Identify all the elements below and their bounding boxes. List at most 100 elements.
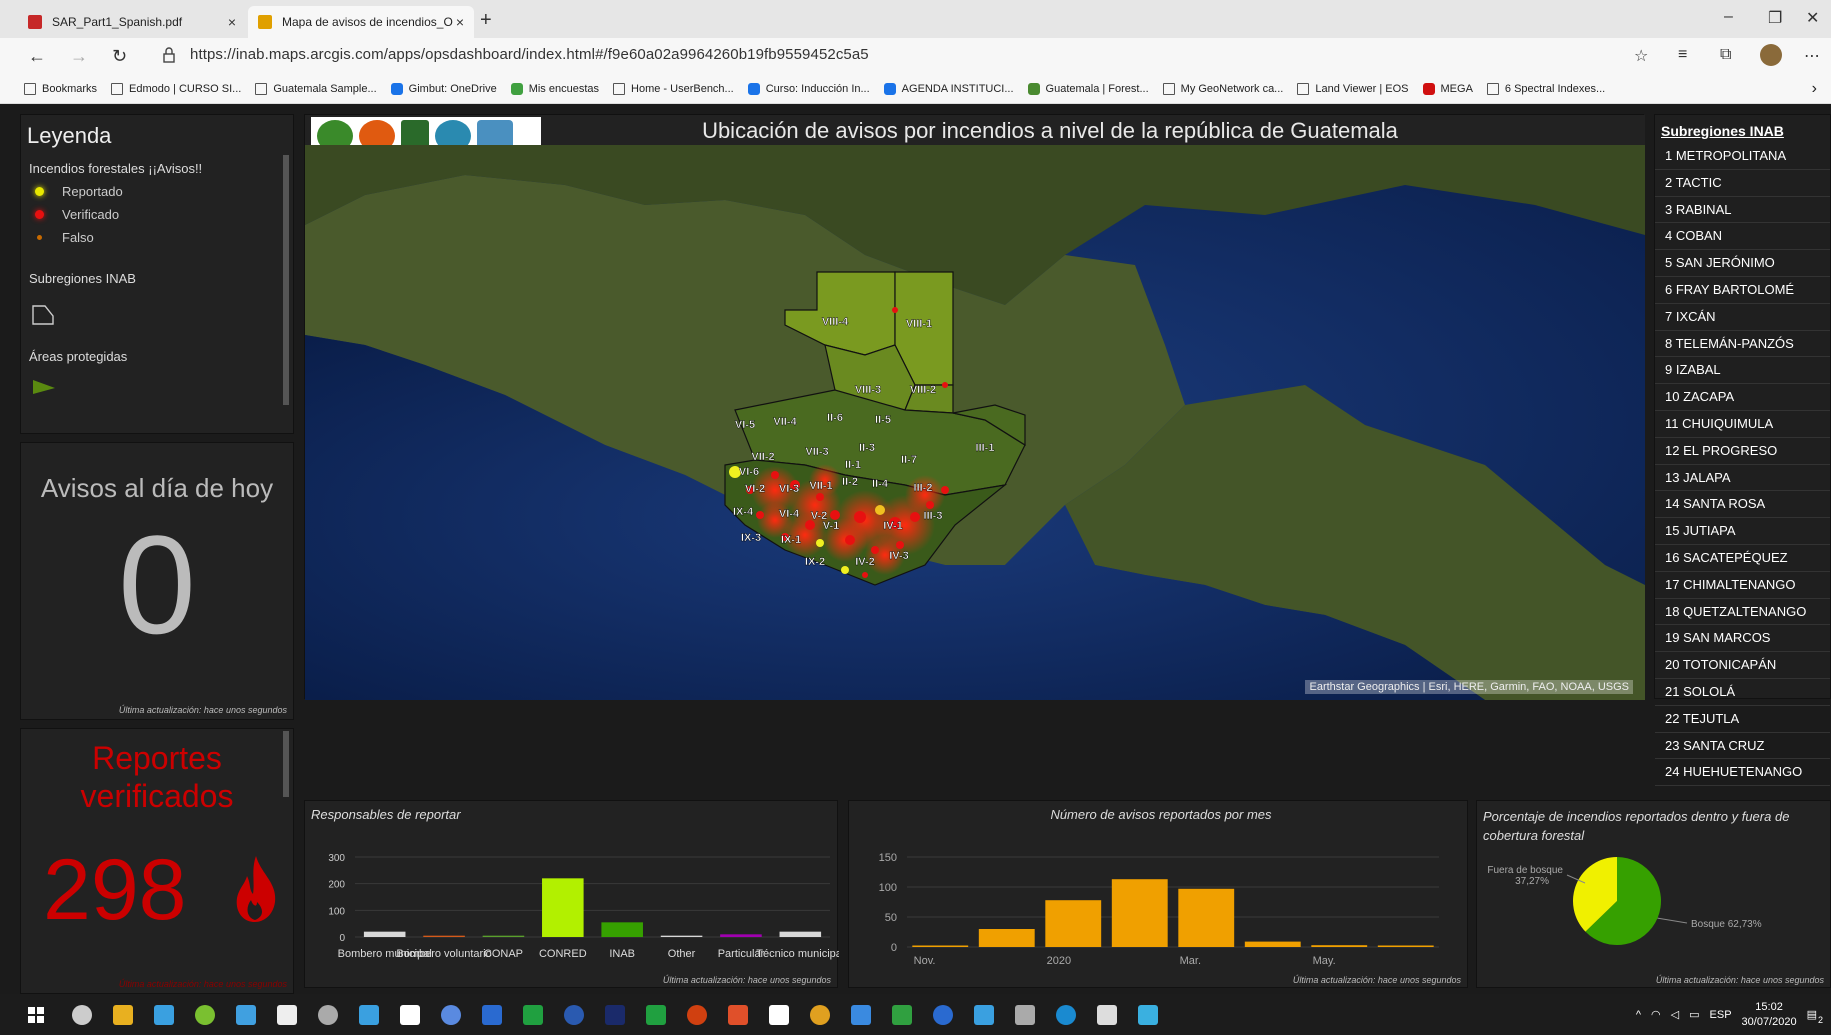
subregion-list-item[interactable]: 17 CHIMALTENANGO: [1655, 572, 1830, 599]
subregion-list-item[interactable]: 5 SAN JERÓNIMO: [1655, 250, 1830, 277]
tab-dashboard[interactable]: Mapa de avisos de incendios_O ×: [248, 6, 474, 38]
subregion-list-item[interactable]: 21 SOLOLÁ: [1655, 679, 1830, 706]
subregion-list-item[interactable]: 1 METROPOLITANA: [1655, 143, 1830, 170]
file-icon[interactable]: [277, 1004, 297, 1025]
tool-icon[interactable]: [728, 1004, 748, 1025]
bookmarks-overflow-icon[interactable]: ›: [1812, 80, 1817, 98]
url-field[interactable]: https://inab.maps.arcgis.com/apps/opsdas…: [190, 46, 869, 63]
qgis-icon[interactable]: [195, 1004, 215, 1025]
edge-icon[interactable]: [1056, 1004, 1076, 1025]
word-icon[interactable]: [482, 1004, 502, 1025]
earth-icon[interactable]: [933, 1004, 953, 1025]
new-tab-button[interactable]: +: [480, 9, 492, 32]
notifications-icon[interactable]: ▤ 2: [1807, 1008, 1823, 1025]
clock[interactable]: 15:02 30/07/2020: [1742, 1000, 1797, 1030]
favorites-icon[interactable]: ≡: [1678, 46, 1687, 64]
legend-scrollbar[interactable]: [283, 155, 289, 405]
bar-other[interactable]: [660, 935, 703, 937]
r-icon[interactable]: [441, 1004, 461, 1025]
bookmark-item[interactable]: Gimbut: OneDrive: [390, 82, 497, 95]
collections-icon[interactable]: ⧉: [1720, 46, 1731, 64]
restore-button[interactable]: ❐: [1768, 8, 1782, 28]
chrome-icon[interactable]: [974, 1004, 994, 1025]
subregion-list-item[interactable]: 7 IXCÁN: [1655, 304, 1830, 331]
windows-start-icon[interactable]: [28, 1006, 44, 1023]
battery-icon[interactable]: ▭: [1689, 1008, 1699, 1021]
bar-2020[interactable]: [1045, 900, 1102, 947]
minimize-button[interactable]: –: [1724, 8, 1733, 26]
bar-mar-[interactable]: [1178, 888, 1235, 947]
subregion-list-item[interactable]: 20 TOTONICAPÁN: [1655, 652, 1830, 679]
subregion-list-item[interactable]: 2 TACTIC: [1655, 170, 1830, 197]
subregion-list-item[interactable]: 24 HUEHUETENANGO: [1655, 759, 1830, 787]
subregion-list-item[interactable]: 3 RABINAL: [1655, 197, 1830, 224]
close-window-button[interactable]: ✕: [1806, 8, 1819, 28]
bar-may-[interactable]: [1311, 945, 1368, 947]
bookmark-item[interactable]: Curso: Inducción In...: [747, 82, 870, 95]
subregion-list-item[interactable]: 6 FRAY BARTOLOMÉ: [1655, 277, 1830, 304]
excel-icon[interactable]: [646, 1004, 666, 1025]
notepad-icon[interactable]: [236, 1004, 256, 1025]
bookmark-item[interactable]: AGENDA INSTITUCI...: [883, 82, 1014, 95]
forward-button[interactable]: →: [70, 46, 88, 67]
bookmark-item[interactable]: 6 Spectral Indexes...: [1486, 82, 1605, 95]
bookmark-item[interactable]: Guatemala Sample...: [255, 82, 377, 95]
subregion-list-item[interactable]: 14 SANTA ROSA: [1655, 491, 1830, 519]
search-tool-icon[interactable]: [1015, 1004, 1035, 1025]
profile-avatar[interactable]: [1760, 44, 1782, 66]
globe-icon[interactable]: [892, 1004, 912, 1025]
network-icon[interactable]: ◠: [1651, 1008, 1661, 1021]
tray-chevron-icon[interactable]: ^: [1636, 1009, 1641, 1021]
bookmark-item[interactable]: My GeoNetwork ca...: [1162, 82, 1283, 95]
subregion-list-item[interactable]: 19 SAN MARCOS: [1655, 625, 1830, 653]
reportes-scrollbar[interactable]: [283, 731, 289, 797]
subregion-list-item[interactable]: 18 QUETZALTENANGO: [1655, 599, 1830, 626]
bar-particular[interactable]: [720, 934, 762, 937]
bar-bombero-voluntario[interactable]: [423, 935, 465, 937]
bar-jun-[interactable]: [1377, 945, 1434, 948]
map-canvas[interactable]: VIII-4 VIII-1 VIII-3 VIII-2 VI-5 VII-4 II-6 II-…: [305, 145, 1645, 700]
subregion-list-item[interactable]: 11 CHUIQUIMULA: [1655, 411, 1830, 438]
map-attribution[interactable]: Earthstar Geographics | Esri, HERE, Garm…: [1305, 680, 1633, 694]
bar-conred[interactable]: [542, 878, 584, 937]
visio-icon[interactable]: [564, 1004, 584, 1025]
arcmap-icon[interactable]: [154, 1004, 174, 1025]
reload-button[interactable]: ↻: [112, 46, 127, 67]
subregion-list-item[interactable]: 16 SACATEPÉQUEZ: [1655, 545, 1830, 572]
bookmark-item[interactable]: Edmodo | CURSO SI...: [111, 82, 241, 95]
powerpoint-icon[interactable]: [687, 1004, 707, 1025]
subregion-list-item[interactable]: 8 TELEMÁN-PANZÓS: [1655, 331, 1830, 358]
photoshop-icon[interactable]: [605, 1004, 625, 1025]
subregion-list-item[interactable]: 9 IZABAL: [1655, 357, 1830, 385]
subregion-list-item[interactable]: 4 COBAN: [1655, 223, 1830, 251]
bar-bombero-municipal[interactable]: [363, 931, 406, 937]
favorite-star-icon[interactable]: ☆: [1634, 46, 1648, 66]
bookmark-item[interactable]: Guatemala | Forest...: [1027, 82, 1149, 95]
blank-file-icon[interactable]: [400, 1004, 420, 1025]
bookmark-item[interactable]: Land Viewer | EOS: [1297, 82, 1409, 95]
browser-icon[interactable]: [1138, 1004, 1158, 1025]
bookmark-item[interactable]: Home - UserBench...: [613, 82, 734, 95]
subregion-list-item[interactable]: 15 JUTIAPA: [1655, 518, 1830, 545]
volume-icon[interactable]: ◁: [1671, 1008, 1679, 1021]
tab-close-icon[interactable]: ×: [228, 14, 236, 30]
bookmark-item[interactable]: Mis encuestas: [510, 82, 599, 95]
subregion-list-item[interactable]: 13 JALAPA: [1655, 465, 1830, 492]
settings-icon[interactable]: [851, 1004, 871, 1025]
file-explorer-icon[interactable]: [113, 1004, 133, 1025]
language-indicator[interactable]: ESP: [1710, 1009, 1732, 1021]
bar-t-cnico-municipal[interactable]: [779, 931, 822, 937]
cloud-icon[interactable]: [1097, 1004, 1117, 1025]
back-button[interactable]: ←: [28, 46, 46, 67]
avisos-mes-bar-chart[interactable]: 150 100 50 0 Nov. 2020 Mar. May.: [849, 819, 1469, 969]
subregion-list-item[interactable]: 10 ZACAPA: [1655, 384, 1830, 411]
bar-feb-[interactable]: [1111, 879, 1168, 947]
subregion-list-item[interactable]: 23 SANTA CRUZ: [1655, 733, 1830, 760]
subregion-list-item[interactable]: 22 TEJUTLA: [1655, 706, 1830, 733]
subregiones-title[interactable]: Subregiones INAB: [1661, 123, 1830, 139]
more-menu-icon[interactable]: ⋯: [1804, 46, 1820, 66]
cobertura-pie-chart[interactable]: Bosque 62,73% Fuera de bosque37,27%: [1477, 851, 1831, 971]
tab-pdf[interactable]: SAR_Part1_Spanish.pdf ×: [18, 6, 246, 38]
task-view-icon[interactable]: [72, 1004, 92, 1025]
bar-nov-[interactable]: [912, 945, 969, 948]
